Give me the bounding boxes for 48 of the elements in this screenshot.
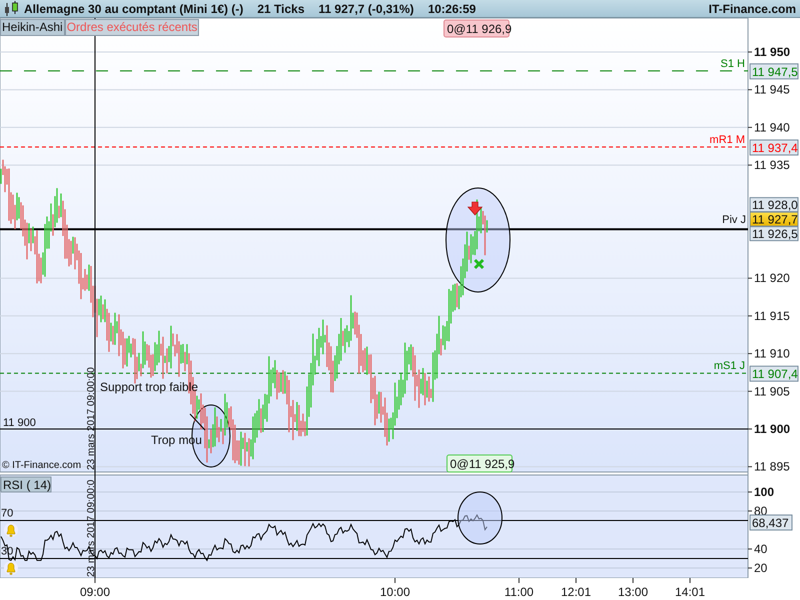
price-tag: 11 926,5 xyxy=(750,226,798,242)
price-axis-label: 11 935 xyxy=(754,158,790,172)
order-tag: 0@11 926,9 xyxy=(444,20,512,38)
pivot-label: Piv J xyxy=(722,214,746,226)
price-axis-label: 11 950 xyxy=(754,45,790,59)
indicator-label: RSI ( 14) xyxy=(0,476,52,492)
price-axis-label: 11 900 xyxy=(754,422,790,436)
level-value-tag: 11 947,5 xyxy=(750,63,798,80)
level-label: S1 H xyxy=(720,58,745,70)
down-arrow-icon xyxy=(467,202,483,216)
last-price: 11 927,7 (-0,31%) xyxy=(318,2,414,16)
price-axis-label: 11 895 xyxy=(754,460,790,474)
rsi-level-label: 70 xyxy=(1,508,14,520)
price-axis-label: 11 905 xyxy=(754,384,790,398)
level-label: mR1 M xyxy=(710,134,745,146)
bell-icon[interactable] xyxy=(4,523,18,537)
time-axis-label: 10:00 xyxy=(380,585,410,599)
instrument-title: Allemagne 30 au comptant (Mini 1€) (-) xyxy=(24,2,244,16)
date-marker: 23 mars 2017 09:00:00 xyxy=(86,367,97,470)
time-axis-label: 11:00 xyxy=(504,585,534,599)
price-tag: 11 927,7 xyxy=(750,212,798,227)
rsi-axis-label: 40 xyxy=(754,542,768,556)
price-axis-label: 11 945 xyxy=(754,82,790,97)
price-tag: 11 928,0 xyxy=(750,197,798,212)
rsi-axis-label: 100 xyxy=(754,485,774,499)
time-axis-label: 14:01 xyxy=(674,585,706,599)
rsi-axis-label: 20 xyxy=(754,561,768,575)
price-axis-label: 11 910 xyxy=(754,346,790,361)
highlight-ellipse xyxy=(458,492,502,544)
time-axis-label: 12:01 xyxy=(560,585,592,599)
brand-name: IT-Finance.com xyxy=(708,2,796,16)
time-axis-label: 13:00 xyxy=(618,585,648,599)
clock-time: 10:26:59 xyxy=(428,2,476,16)
line-value-label: 11 900 xyxy=(3,417,36,429)
bell-icon[interactable] xyxy=(4,561,18,575)
rsi-value-tag: 68,437 xyxy=(750,514,792,531)
level-value-tag: 11 907,4 xyxy=(750,366,798,382)
price-axis-label: 11 915 xyxy=(754,308,790,323)
cross-icon xyxy=(474,258,484,270)
price-axis-label: 11 920 xyxy=(754,271,790,286)
chart-tab[interactable]: Heikin-Ashi xyxy=(0,19,65,36)
price-axis-label: 11 940 xyxy=(754,120,790,134)
tick-count: 21 Ticks xyxy=(257,2,305,16)
candlestick-icon xyxy=(4,0,18,16)
level-label: mS1 J xyxy=(714,360,745,372)
copyright-text: © IT-Finance.com xyxy=(2,460,82,471)
time-axis-label: 09:00 xyxy=(80,585,110,599)
level-value-tag: 11 937,4 xyxy=(750,140,798,156)
